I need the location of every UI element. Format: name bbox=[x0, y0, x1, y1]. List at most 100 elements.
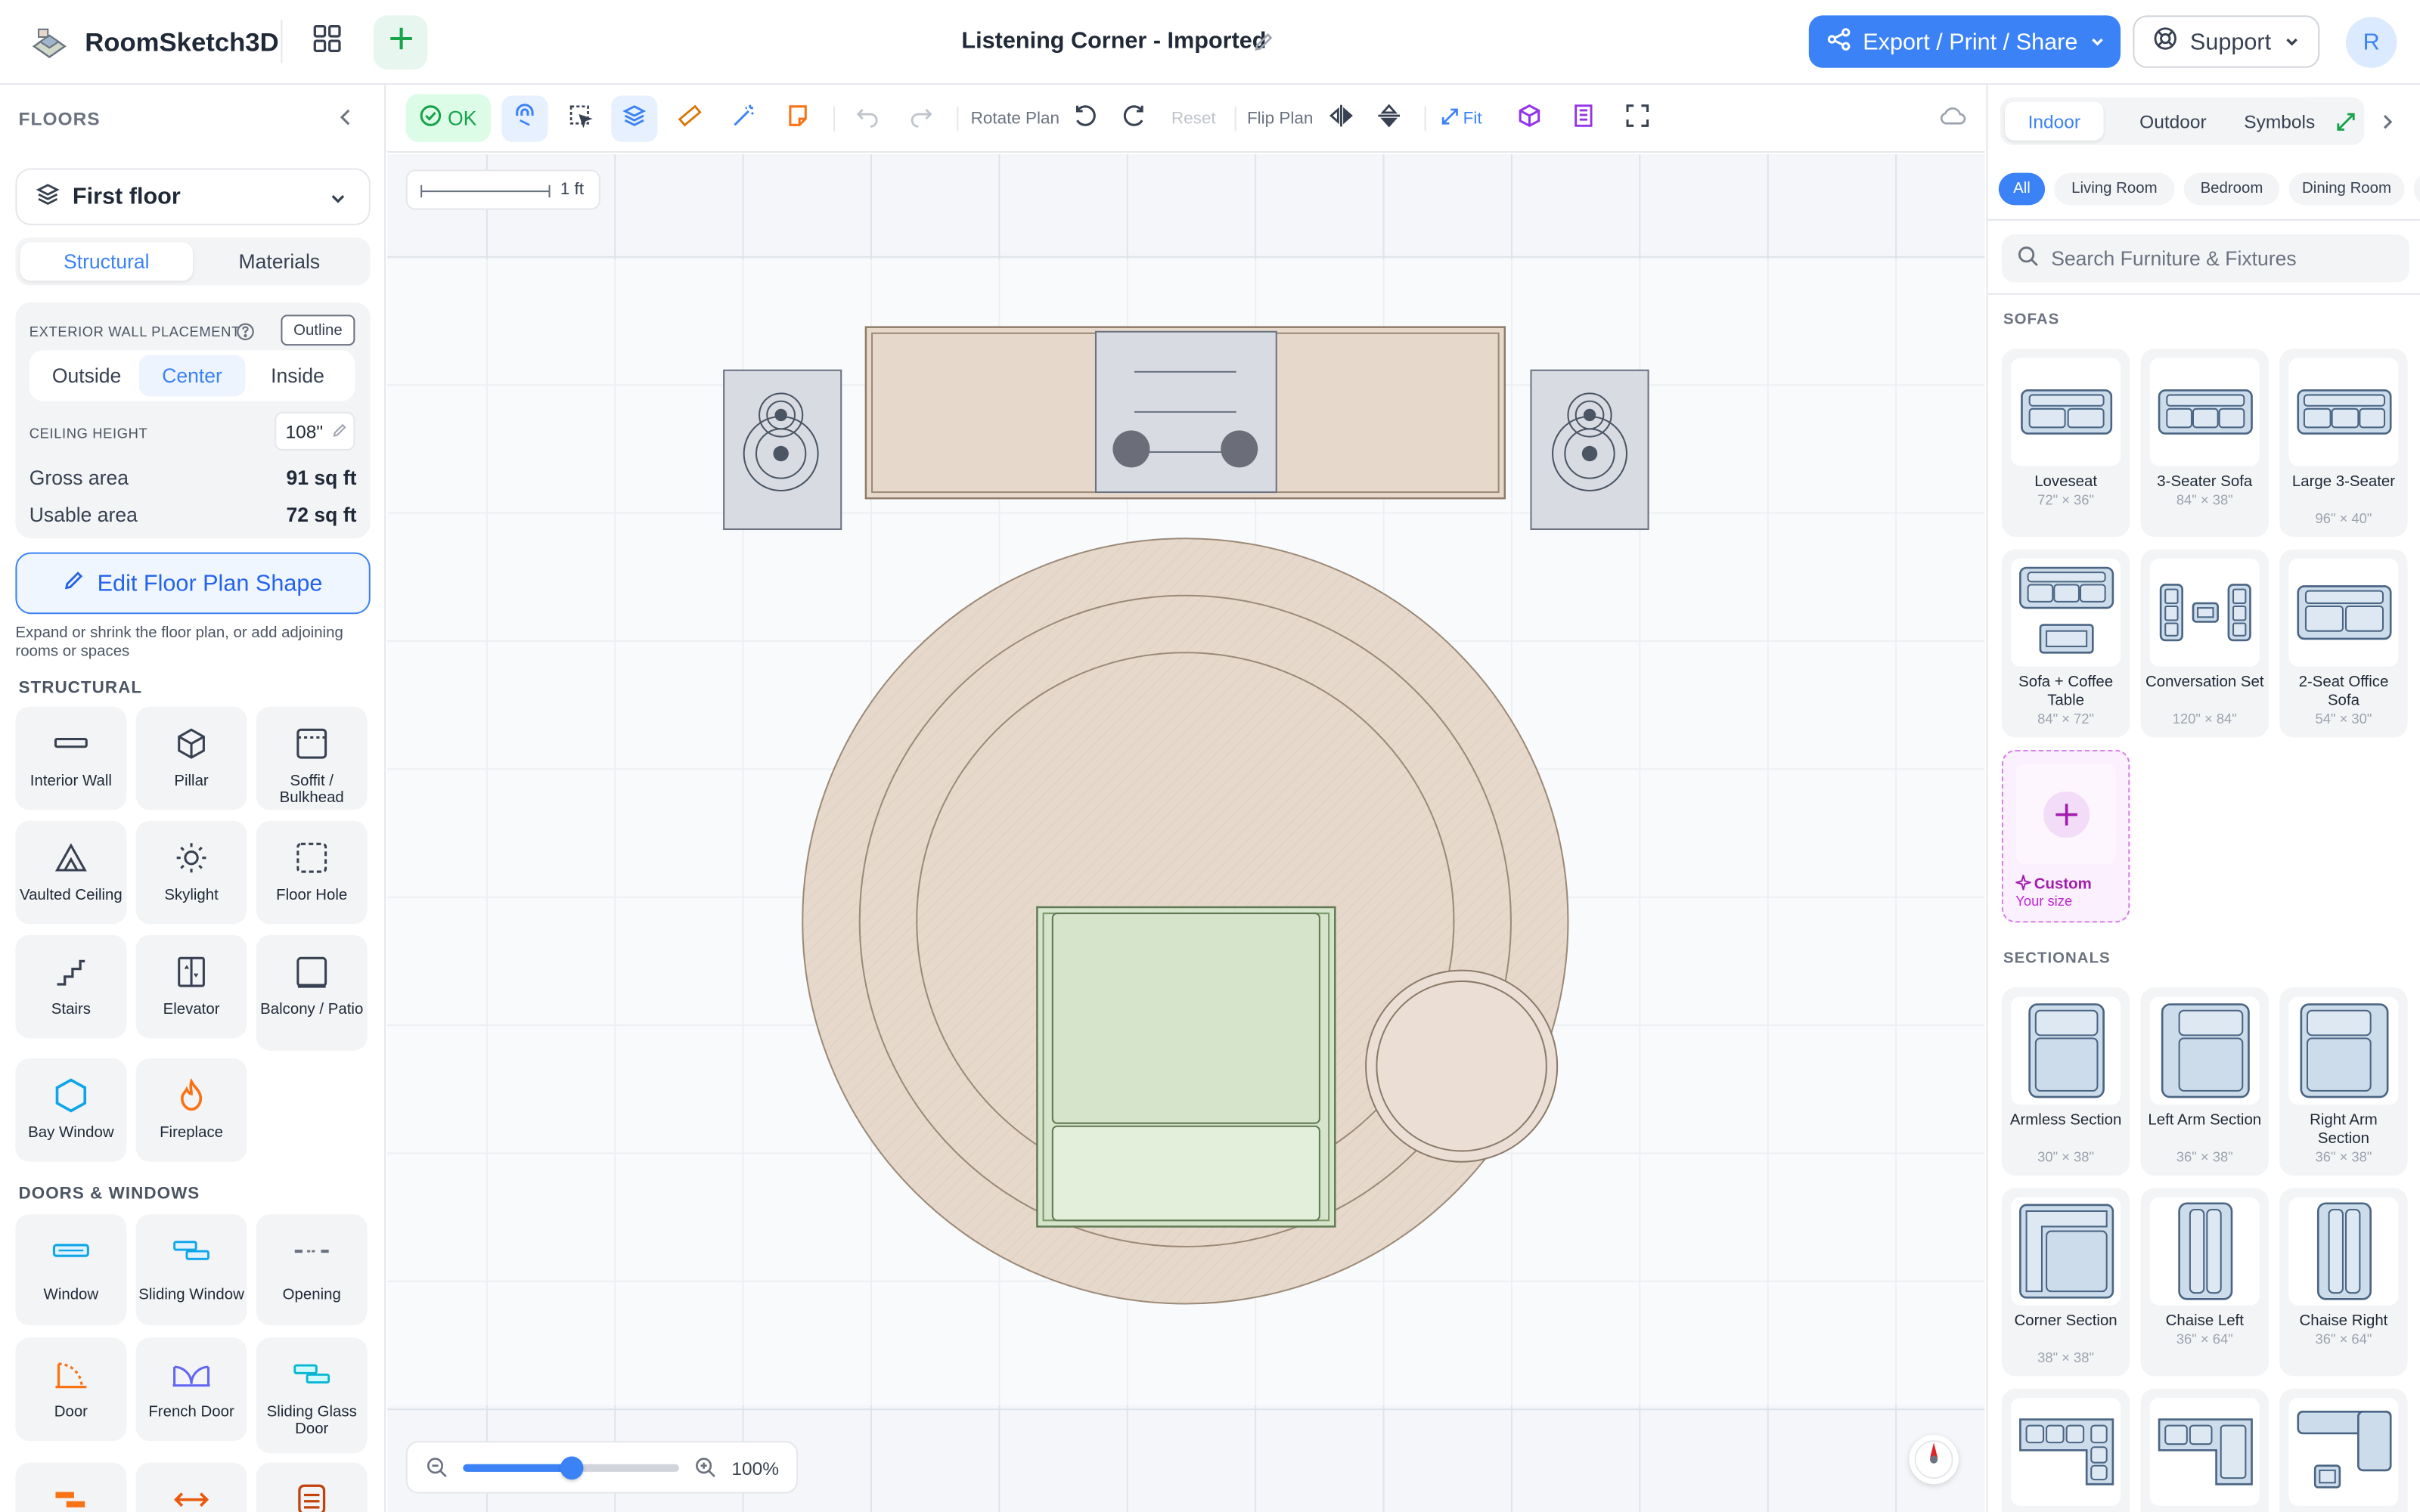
undo-button[interactable] bbox=[844, 96, 890, 142]
furniture-card[interactable]: Large 3-Seater 96" × 40" bbox=[2279, 349, 2408, 538]
chevron-right-icon[interactable] bbox=[2378, 111, 2397, 139]
collapse-left-icon[interactable] bbox=[334, 105, 358, 130]
zoom-slider-thumb[interactable] bbox=[559, 1456, 583, 1480]
tool-skylight[interactable]: Skylight bbox=[135, 820, 247, 925]
tool-sliding-glass-door[interactable]: Sliding Glass Door bbox=[256, 1337, 368, 1454]
tool-door-more[interactable] bbox=[256, 1462, 368, 1512]
reset-button[interactable]: Reset bbox=[1171, 110, 1216, 128]
furniture-card[interactable]: Armless Section 30" × 38" bbox=[2001, 987, 2130, 1176]
side-table[interactable] bbox=[1365, 969, 1559, 1163]
tool-floor-hole[interactable]: Floor Hole bbox=[256, 820, 368, 925]
rotate-right-button[interactable] bbox=[1111, 96, 1157, 142]
tool-sliding-window[interactable]: Sliding Window bbox=[135, 1214, 247, 1326]
sliding-window-icon bbox=[168, 1228, 214, 1274]
tool-stairs[interactable]: Stairs bbox=[15, 934, 127, 1039]
furniture-card[interactable]: Conversation Set 120" × 84" bbox=[2140, 549, 2269, 738]
zoom-out-icon[interactable] bbox=[426, 1457, 448, 1486]
speaker-left[interactable] bbox=[723, 369, 842, 531]
tool-door-more[interactable] bbox=[15, 1462, 127, 1512]
placement-outside[interactable]: Outside bbox=[34, 355, 139, 396]
elevation-button[interactable] bbox=[1560, 96, 1606, 142]
furniture-card[interactable]: Sofa + Coffee Table 84" × 72" bbox=[2001, 549, 2130, 738]
tool-interior-wall[interactable]: Interior Wall bbox=[15, 706, 127, 810]
tool-french-door[interactable]: French Door bbox=[135, 1337, 247, 1442]
flip-vertical-button[interactable] bbox=[1366, 96, 1412, 142]
furniture-card[interactable]: Loveseat 72" × 36" bbox=[2001, 349, 2130, 538]
tool-pillar[interactable]: Pillar bbox=[135, 706, 247, 810]
expand-panel-icon[interactable] bbox=[2331, 102, 2362, 141]
tool-window[interactable]: Window bbox=[15, 1214, 127, 1326]
tool-vaulted-ceiling[interactable]: Vaulted Ceiling bbox=[15, 820, 127, 925]
tool-balcony[interactable]: Balcony / Patio bbox=[256, 934, 368, 1051]
tab-materials[interactable]: Materials bbox=[193, 242, 366, 280]
furniture-card[interactable]: Chaise Right 36" × 64" bbox=[2279, 1188, 2408, 1377]
tool-soffit[interactable]: Soffit / Bulkhead bbox=[256, 706, 368, 810]
chip-more[interactable] bbox=[2413, 172, 2420, 206]
top-bar: RoomSketch3D Listening Corner - Imported… bbox=[0, 0, 2420, 85]
magic-wand-button[interactable] bbox=[721, 96, 767, 142]
measure-button[interactable] bbox=[667, 96, 713, 142]
rename-pencil-icon[interactable] bbox=[1253, 31, 1275, 53]
speaker-right[interactable] bbox=[1530, 369, 1649, 531]
furniture-card[interactable]: 3-Seater Sofa 84" × 38" bbox=[2140, 349, 2269, 538]
tool-bay-window[interactable]: Bay Window bbox=[15, 1058, 127, 1162]
support-button[interactable]: Support bbox=[2133, 15, 2320, 68]
help-icon[interactable] bbox=[236, 321, 254, 341]
tool-fireplace[interactable]: Fireplace bbox=[135, 1058, 247, 1162]
tab-structural[interactable]: Structural bbox=[20, 242, 194, 281]
furniture-card[interactable] bbox=[2279, 1388, 2408, 1512]
floor-select[interactable]: First floor bbox=[15, 168, 371, 225]
custom-size-card[interactable]: Custom Your size bbox=[2001, 749, 2130, 923]
export-button[interactable]: Export / Print / Share bbox=[1808, 15, 2121, 68]
snap-button[interactable] bbox=[501, 95, 548, 142]
tool-elevator[interactable]: Elevator bbox=[135, 934, 247, 1039]
dashboard-button[interactable] bbox=[302, 17, 352, 66]
new-project-button[interactable] bbox=[373, 15, 428, 70]
fullscreen-button[interactable] bbox=[1615, 96, 1661, 142]
tab-symbols[interactable]: Symbols bbox=[2232, 102, 2328, 141]
flip-horizontal-button[interactable] bbox=[1318, 96, 1364, 142]
compass-icon[interactable] bbox=[1909, 1434, 1959, 1485]
outline-button[interactable]: Outline bbox=[281, 314, 355, 346]
zoom-slider[interactable] bbox=[463, 1456, 679, 1480]
placement-center[interactable]: Center bbox=[139, 355, 245, 397]
chip-bedroom[interactable]: Bedroom bbox=[2183, 172, 2280, 206]
tab-outdoor[interactable]: Outdoor bbox=[2118, 102, 2229, 141]
divider bbox=[1234, 106, 1236, 132]
edit-floor-plan-button[interactable]: Edit Floor Plan Shape bbox=[15, 552, 371, 615]
furniture-card[interactable]: Chaise Left 36" × 64" bbox=[2140, 1188, 2269, 1377]
lifebuoy-icon bbox=[2153, 26, 2178, 57]
furniture-card[interactable]: Corner Section 38" × 38" bbox=[2001, 1188, 2130, 1377]
layers-button[interactable] bbox=[611, 95, 658, 142]
status-ok-button[interactable]: OK bbox=[405, 94, 491, 142]
tool-opening[interactable]: Opening bbox=[256, 1214, 368, 1326]
furniture-card[interactable]: Left Arm Section 36" × 38" bbox=[2140, 987, 2269, 1176]
redo-button[interactable] bbox=[898, 96, 945, 142]
chip-living-room[interactable]: Living Room bbox=[2054, 172, 2175, 206]
furniture-card[interactable]: 2-Seat Office Sofa 54" × 30" bbox=[2279, 549, 2408, 738]
turntable[interactable] bbox=[1094, 330, 1277, 494]
cloud-sync-button[interactable] bbox=[1929, 96, 1975, 142]
avatar[interactable]: R bbox=[2346, 17, 2397, 68]
placement-inside[interactable]: Inside bbox=[245, 355, 350, 396]
furniture-card[interactable] bbox=[2140, 1388, 2269, 1512]
furniture-card[interactable]: Right Arm Section 36" × 38" bbox=[2279, 987, 2408, 1176]
lounge-chair[interactable] bbox=[1036, 906, 1336, 1228]
furniture-card[interactable] bbox=[2001, 1388, 2130, 1512]
ceiling-height-input[interactable]: 108" bbox=[275, 411, 355, 451]
chip-dining-room[interactable]: Dining Room bbox=[2288, 172, 2405, 206]
zoom-in-icon[interactable] bbox=[694, 1457, 716, 1486]
search-input[interactable]: Search Furniture & Fixtures bbox=[2001, 234, 2409, 283]
tab-indoor[interactable]: Indoor bbox=[2004, 101, 2104, 141]
floor-plan-canvas[interactable]: 1 ft 100% bbox=[387, 154, 1985, 1512]
chip-all[interactable]: All bbox=[1998, 172, 2046, 206]
project-title[interactable]: Listening Corner - Imported bbox=[961, 28, 1266, 54]
notes-button[interactable] bbox=[774, 96, 821, 142]
3d-view-button[interactable] bbox=[1506, 96, 1553, 142]
fit-button[interactable]: Fit bbox=[1441, 96, 1497, 142]
tool-door[interactable]: Door bbox=[15, 1337, 127, 1442]
furniture-size: 84" × 38" bbox=[2176, 492, 2233, 508]
tool-door-more[interactable] bbox=[135, 1462, 247, 1512]
select-button[interactable] bbox=[557, 96, 603, 142]
rotate-left-button[interactable] bbox=[1062, 96, 1108, 142]
